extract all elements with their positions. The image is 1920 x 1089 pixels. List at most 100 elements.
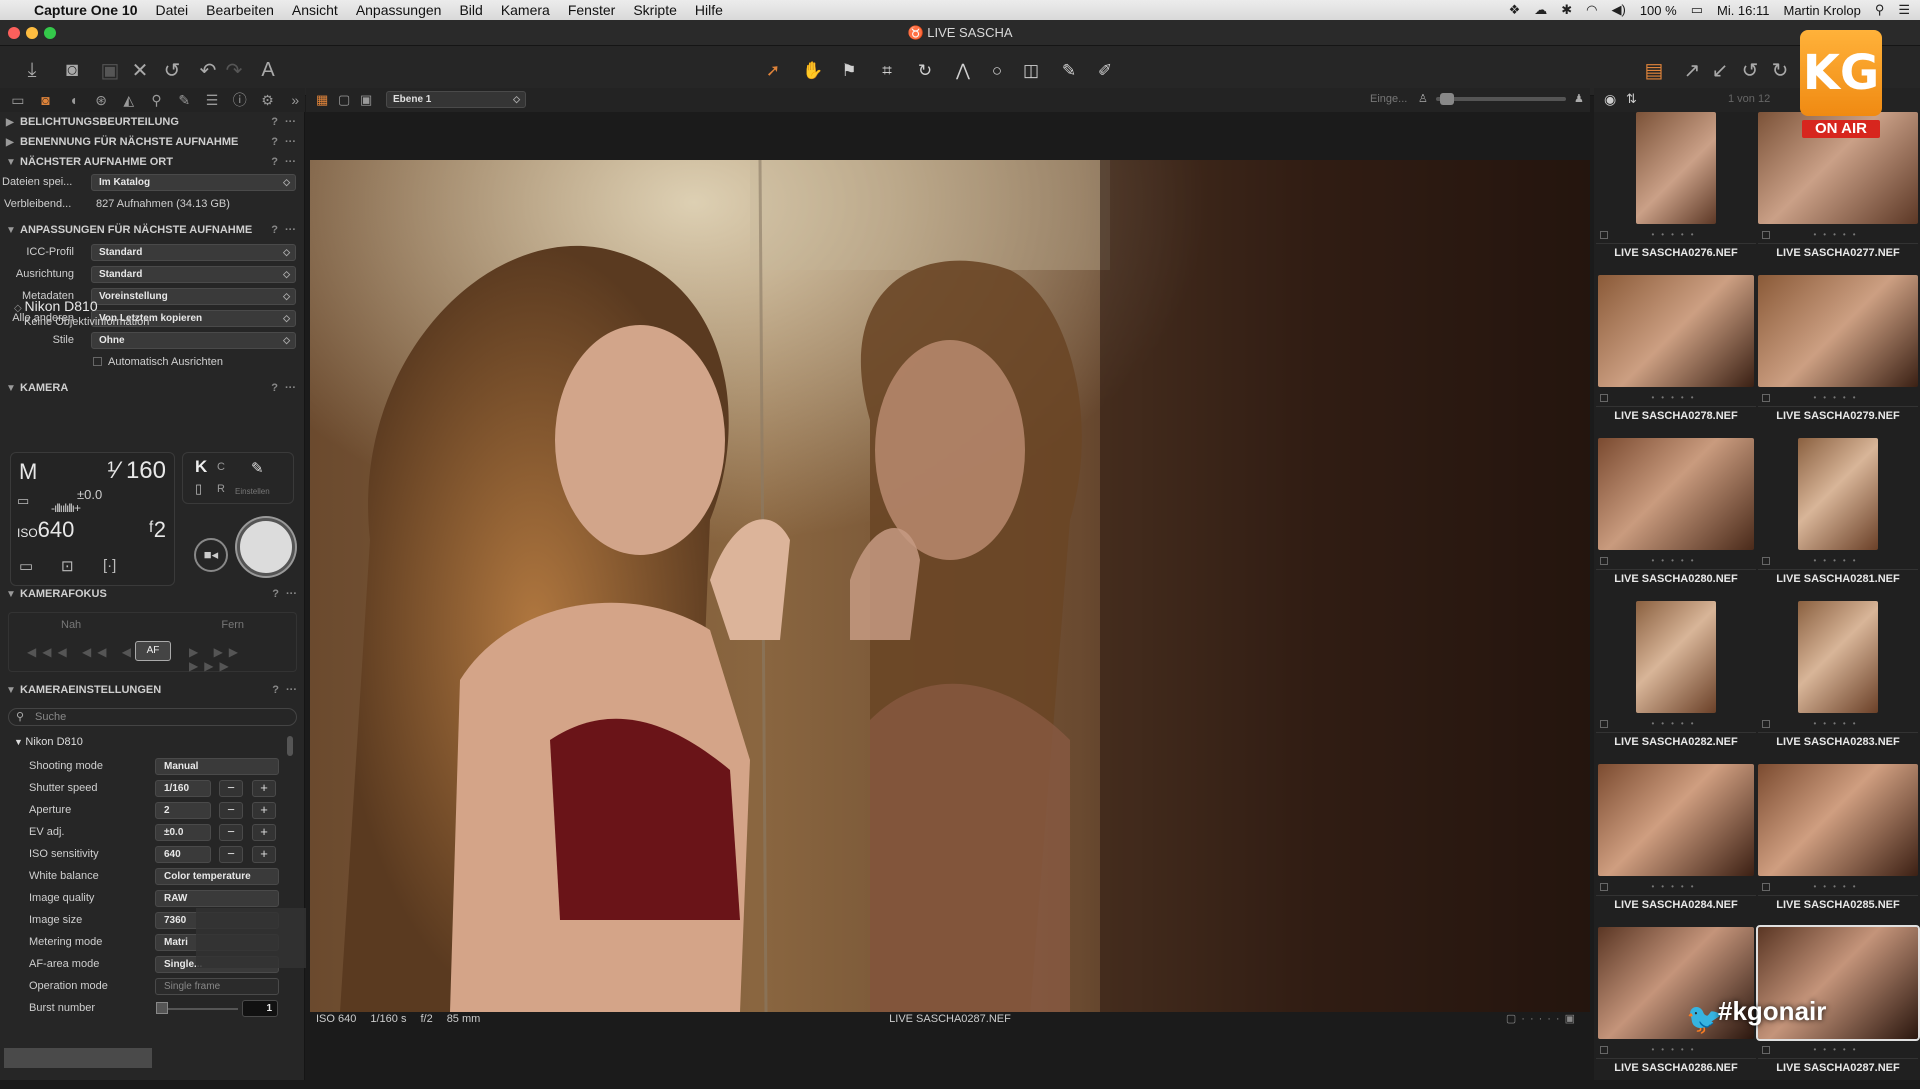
settings-scrollbar[interactable] [287,736,293,756]
menu-app-name[interactable]: Capture One 10 [34,2,137,18]
eyedropper-icon[interactable]: ✎ [251,459,264,477]
exposure-mode[interactable]: M [19,459,37,485]
delete-icon[interactable]: ✕ [126,56,154,84]
rating-dots-icon[interactable]: ••••• [1596,393,1756,402]
shooting-mode-select[interactable]: Manual [155,758,279,775]
crop-tool-icon[interactable]: ⌗ [874,58,900,84]
rating-dots-icon[interactable]: ••••• [1596,882,1756,891]
rating-dots-icon[interactable]: ••••• [1758,556,1918,565]
iso-readout[interactable]: ISO640 [17,517,74,543]
pan-tool-icon[interactable]: ✋ [800,58,826,84]
spotlight-search-icon[interactable]: ⚲ [1875,2,1885,18]
focus-near-steps-icon[interactable]: ◀◀◀ ◀◀ ◀ [27,645,137,659]
rating-dots-icon[interactable]: ••••• [1758,230,1918,239]
more-icon[interactable]: ··· [286,684,297,696]
notification-center-icon[interactable]: ☰ [1898,2,1910,18]
color-tab-icon[interactable]: ⊛ [91,92,111,109]
text-tool-icon[interactable]: A [254,56,282,84]
aperture-select[interactable]: 2 [155,802,211,819]
menu-bild[interactable]: Bild [459,2,482,18]
export-icon[interactable]: ▣ [96,56,124,84]
menu-skripte[interactable]: Skripte [633,2,677,18]
capture-button[interactable] [237,518,295,576]
library-tab-icon[interactable]: ▭ [8,92,28,109]
bluetooth-icon[interactable]: ✱ [1561,2,1572,18]
sort-icon[interactable]: ⇅ [1626,91,1637,107]
autofocus-button[interactable]: AF [135,641,171,661]
aperture-readout[interactable]: ᶠ2 [149,517,166,543]
thumbnail[interactable]: ••••• LIVE SASCHA0284.NEF [1596,764,1756,926]
burst-slider-handle[interactable] [156,1002,168,1014]
help-icon[interactable]: ? [271,382,278,394]
wb-kelvin-label[interactable]: K [195,457,207,477]
section-exposure-evaluation[interactable]: ▶ BELICHTUNGSBEURTEILUNG? ··· [0,112,304,132]
details-tab-icon[interactable]: ⚲ [147,92,167,109]
menu-fenster[interactable]: Fenster [568,2,615,18]
keystone-tool-icon[interactable]: ⋀ [950,58,976,84]
reset-icon[interactable]: ↺ [158,56,186,84]
orientation-select[interactable]: Standard [91,266,296,283]
focus-far-steps-icon[interactable]: ▶ ▶▶ ▶▶▶ [189,645,296,673]
minus-button[interactable]: − [219,824,243,841]
burst-number-field[interactable]: 1 [242,1000,278,1017]
store-files-select[interactable]: Im Katalog [91,174,296,191]
more-tabs-icon[interactable]: » [285,92,305,108]
rating-dots-icon[interactable]: ••••• [1596,230,1756,239]
help-icon[interactable]: ? [271,116,278,128]
help-icon[interactable]: ? [272,588,279,600]
import-icon[interactable]: ⤓ [18,56,46,84]
battery-percent[interactable]: 100 % [1640,3,1677,18]
cursor-tool-icon[interactable]: ➚ [760,58,786,84]
rating-dots-icon[interactable]: ••••• [1758,719,1918,728]
thumbnail[interactable]: ••••• LIVE SASCHA0276.NEF [1596,112,1756,274]
more-icon[interactable]: ··· [285,136,296,148]
mask-tool-icon[interactable]: ◫ [1018,58,1044,84]
styles-select[interactable]: Ohne [91,332,296,349]
help-icon[interactable]: ? [271,224,278,236]
copy-adjustments-icon[interactable]: ↗ [1678,56,1706,84]
volume-icon[interactable]: ◀) [1611,2,1625,18]
minus-button[interactable]: − [219,846,243,863]
icc-profile-select[interactable]: Standard [91,244,296,261]
layer-select[interactable]: Ebene 1 ◇ [386,91,526,108]
thumbnail[interactable]: ••••• LIVE SASCHA0281.NEF [1758,438,1918,600]
reset-adjustments-icon[interactable]: ↺ [1736,56,1764,84]
menu-kamera[interactable]: Kamera [501,2,550,18]
operation-mode-select[interactable]: Single frame [155,978,279,995]
undo-icon[interactable]: ↶ [194,56,222,84]
more-icon[interactable]: ··· [285,156,296,168]
section-next-capture-adjustments[interactable]: ▼ ANPASSUNGEN FÜR NÄCHSTE AUFNAHME? ··· [0,220,304,240]
capture-icon[interactable]: ◙ [58,56,86,84]
lens-tab-icon[interactable]: ◖ [63,92,83,108]
spot-removal-tool-icon[interactable]: ○ [984,58,1010,84]
redo-icon[interactable]: ↷ [220,56,248,84]
batch-tab-icon[interactable]: ⚙ [258,92,278,109]
section-camera-settings[interactable]: ▼ KAMERAEINSTELLUNGEN? ··· [0,680,305,700]
wifi-icon[interactable]: ◠ [1586,2,1597,18]
menu-ansicht[interactable]: Ansicht [292,2,338,18]
thumbnail[interactable]: ••••• LIVE SASCHA0282.NEF [1596,601,1756,763]
exposure-tab-icon[interactable]: ◭ [119,92,139,109]
thumbnail[interactable]: ••••• LIVE SASCHA0285.NEF [1758,764,1918,926]
thumbnail[interactable]: ••••• LIVE SASCHA0283.NEF [1758,601,1918,763]
menu-hilfe[interactable]: Hilfe [695,2,723,18]
help-icon[interactable]: ? [272,684,279,696]
multi-view-icon[interactable]: ▣ [360,92,372,108]
menu-bearbeiten[interactable]: Bearbeiten [206,2,274,18]
set-wb-label[interactable]: Einstellen [235,487,270,496]
rating-dots-icon[interactable]: ••••• [1758,882,1918,891]
section-camera-focus[interactable]: ▼ KAMERAFOKUS? ··· [0,584,305,604]
thumbnail-size-slider[interactable] [1436,97,1566,101]
section-next-capture-naming[interactable]: ▶ BENENNUNG FÜR NÄCHSTE AUFNAHME? ··· [0,132,304,152]
brush-tool-icon[interactable]: ✎ [1056,58,1082,84]
single-view-icon[interactable]: ▢ [338,92,350,108]
metadata-tab-icon[interactable]: ⓘ [230,90,250,110]
minus-button[interactable]: − [219,780,243,797]
plus-button[interactable]: + [252,824,276,841]
iso-select[interactable]: 640 [155,846,211,863]
layers-icon[interactable]: ▤ [1640,56,1668,84]
apply-adjustments-icon[interactable]: ↙ [1706,56,1734,84]
menubar-user[interactable]: Martin Krolop [1784,3,1861,18]
picker-tool-icon[interactable]: ✐ [1092,58,1118,84]
main-photo[interactable] [310,160,1590,1012]
